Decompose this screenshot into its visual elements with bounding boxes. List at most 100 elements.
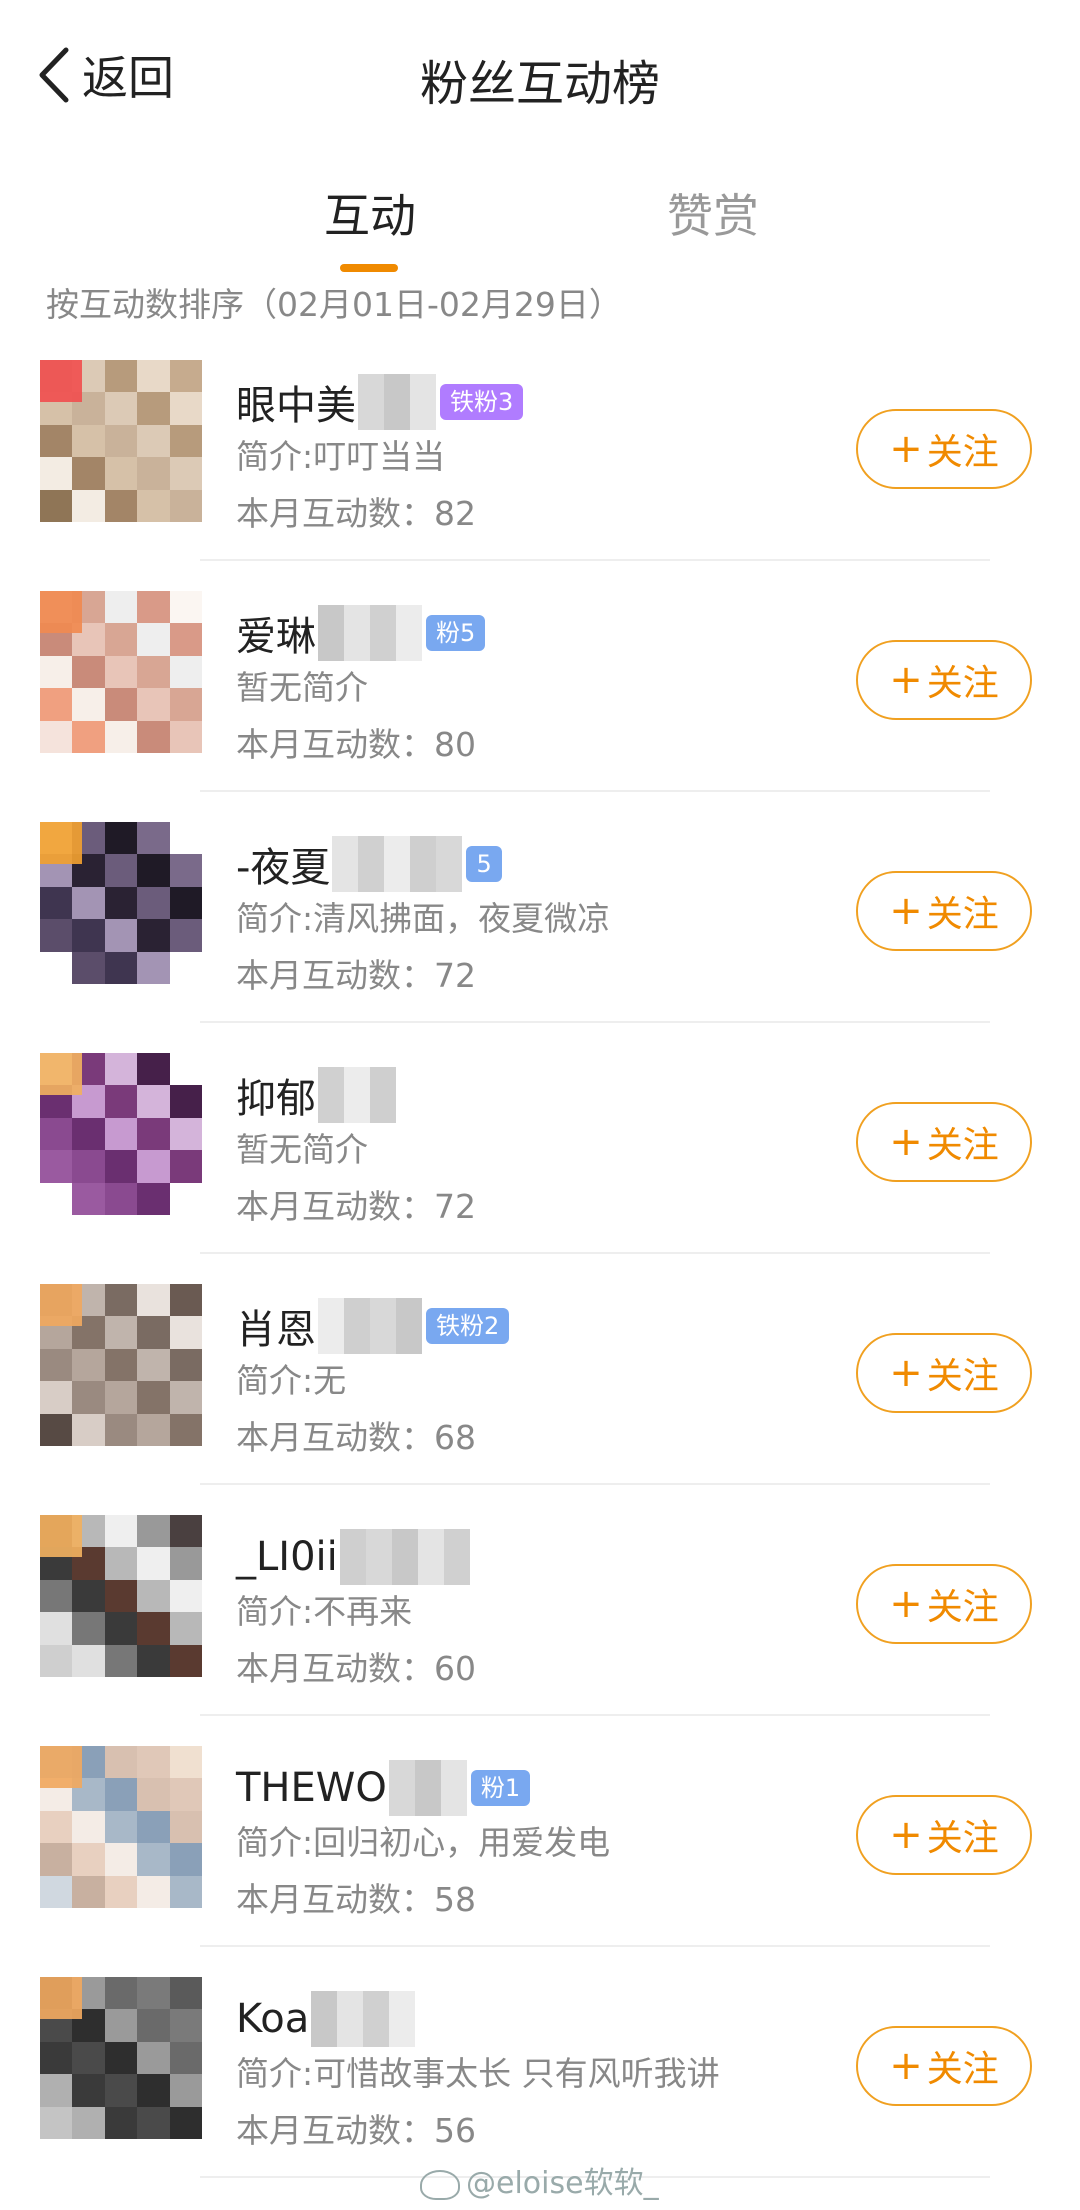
rank-corner-mark xyxy=(40,822,82,864)
follow-button[interactable]: + 关注 xyxy=(856,871,1032,951)
weibo-logo-icon xyxy=(420,2169,460,2200)
monthly-interaction-count: 本月互动数：58 xyxy=(236,1880,476,1919)
follow-button[interactable]: + 关注 xyxy=(856,2026,1032,2106)
follow-button[interactable]: + 关注 xyxy=(856,1102,1032,1182)
fan-name-line: 爱琳 粉5 xyxy=(236,603,486,663)
fan-intro: 暂无简介 xyxy=(236,668,368,707)
plus-icon: + xyxy=(889,888,923,934)
monthly-interaction-count: 本月互动数：72 xyxy=(236,1187,476,1226)
fan-row[interactable]: THEWO 粉1 简介:回归初心，用爱发电 本月互动数：58 + 关注 xyxy=(0,1716,1080,1947)
plus-icon: + xyxy=(889,1119,923,1165)
fan-name-line: 眼中美 铁粉3 xyxy=(236,372,524,432)
monthly-interaction-count: 本月互动数：56 xyxy=(236,2111,476,2150)
rank-corner-mark xyxy=(40,1977,82,2019)
fan-name-line: 肖恩 铁粉2 xyxy=(236,1296,510,1356)
avatar[interactable] xyxy=(40,1515,202,1677)
plus-icon: + xyxy=(889,1581,923,1627)
header: 返回 粉丝互动榜 xyxy=(0,0,1080,150)
monthly-interaction-count: 本月互动数：72 xyxy=(236,956,476,995)
plus-icon: + xyxy=(889,2043,923,2089)
fan-name[interactable]: THEWO xyxy=(236,1765,387,1811)
avatar[interactable] xyxy=(40,1284,202,1446)
avatar[interactable] xyxy=(40,1977,202,2139)
active-tab-indicator xyxy=(340,264,398,272)
fan-intro: 暂无简介 xyxy=(236,1130,368,1169)
follow-button[interactable]: + 关注 xyxy=(856,640,1032,720)
fan-name[interactable]: _LI0ii xyxy=(236,1534,338,1580)
tab-reward[interactable]: 赞赏 xyxy=(667,180,759,246)
fan-list: 眼中美 铁粉3 简介:叮叮当当 本月互动数：82 + 关注 爱琳 粉5 暂无简介 本月互动数：80… xyxy=(0,330,1080,2178)
fan-name-line: _LI0ii xyxy=(236,1527,470,1587)
avatar[interactable] xyxy=(40,360,202,522)
fan-name-line: -夜夏 5 xyxy=(236,834,502,894)
fan-name[interactable]: Koa xyxy=(236,1996,309,2042)
fan-name-line: Koa xyxy=(236,1989,416,2049)
tab-interaction[interactable]: 互动 xyxy=(324,180,416,246)
avatar[interactable] xyxy=(40,1053,202,1215)
avatar[interactable] xyxy=(40,591,202,753)
sort-description: 按互动数排序（02月01日-02月29日） xyxy=(46,285,622,324)
fan-row[interactable]: _LI0ii 简介:不再来本月互动数：60 + 关注 xyxy=(0,1485,1080,1716)
fan-intro: 简介:叮叮当当 xyxy=(236,437,446,476)
rank-corner-mark xyxy=(40,1053,82,1095)
follow-label: 关注 xyxy=(926,2049,999,2090)
censored-mosaic xyxy=(388,1760,467,1816)
plus-icon: + xyxy=(889,1812,923,1858)
fan-name-line: 抑郁 xyxy=(236,1065,396,1125)
fan-row[interactable]: 眼中美 铁粉3 简介:叮叮当当 本月互动数：82 + 关注 xyxy=(0,330,1080,561)
fan-name[interactable]: -夜夏 xyxy=(236,835,330,893)
fan-level-badge: 铁粉3 xyxy=(440,384,524,420)
fan-row[interactable]: -夜夏 5 简介:清风拂面，夜夏微凉 本月互动数：72 + 关注 xyxy=(0,792,1080,1023)
fan-level-badge: 铁粉2 xyxy=(426,1308,510,1344)
rank-corner-mark xyxy=(40,1515,82,1557)
censored-mosaic xyxy=(311,1991,416,2047)
rank-corner-mark xyxy=(40,591,82,633)
censored-mosaic xyxy=(318,1067,396,1123)
follow-button[interactable]: + 关注 xyxy=(856,1564,1032,1644)
fan-level-badge: 粉1 xyxy=(470,1770,531,1806)
follow-label: 关注 xyxy=(926,1818,999,1859)
rank-corner-mark xyxy=(40,1746,82,1788)
fan-level-badge: 5 xyxy=(466,846,502,882)
fan-name[interactable]: 肖恩 xyxy=(236,1297,316,1355)
follow-label: 关注 xyxy=(926,432,999,473)
censored-mosaic xyxy=(358,374,436,430)
monthly-interaction-count: 本月互动数：68 xyxy=(236,1418,476,1457)
fan-name[interactable]: 爱琳 xyxy=(236,604,316,662)
follow-label: 关注 xyxy=(926,1587,999,1628)
follow-button[interactable]: + 关注 xyxy=(856,1795,1032,1875)
avatar[interactable] xyxy=(40,822,202,984)
rank-corner-mark xyxy=(40,1284,82,1326)
monthly-interaction-count: 本月互动数：80 xyxy=(236,725,476,764)
plus-icon: + xyxy=(889,1350,923,1396)
fan-name[interactable]: 抑郁 xyxy=(236,1066,316,1124)
fan-row[interactable]: 肖恩 铁粉2 简介:无 本月互动数：68 + 关注 xyxy=(0,1254,1080,1485)
watermark-text: @eloise软软_ xyxy=(466,2166,659,2201)
fan-level-badge: 粉5 xyxy=(426,615,486,651)
avatar[interactable] xyxy=(40,1746,202,1908)
fan-row[interactable]: Koa 简介:可惜故事太长 只有风听我讲 本月互动数：56 + 关注 xyxy=(0,1947,1080,2178)
page-title: 粉丝互动榜 xyxy=(419,56,660,112)
fan-intro: 简介:可惜故事太长 只有风听我讲 xyxy=(236,2054,720,2093)
fan-intro: 简介:回归初心，用爱发电 xyxy=(236,1823,611,1862)
watermark: @eloise软软_ xyxy=(420,2158,659,2202)
tab-bar: 互动 赞赏 xyxy=(0,180,1080,280)
monthly-interaction-count: 本月互动数：60 xyxy=(236,1649,476,1688)
censored-mosaic xyxy=(318,605,422,661)
censored-mosaic xyxy=(318,1298,422,1354)
follow-label: 关注 xyxy=(926,1356,999,1397)
fan-name-line: THEWO 粉1 xyxy=(236,1758,531,1818)
follow-button[interactable]: + 关注 xyxy=(856,1333,1032,1413)
follow-label: 关注 xyxy=(926,894,999,935)
follow-button[interactable]: + 关注 xyxy=(856,409,1032,489)
fan-intro: 简介:不再来 xyxy=(236,1592,413,1631)
fan-name[interactable]: 眼中美 xyxy=(236,373,356,431)
fan-row[interactable]: 抑郁暂无简介本月互动数：72 + 关注 xyxy=(0,1023,1080,1254)
rank-corner-mark xyxy=(40,360,82,402)
fan-row[interactable]: 爱琳 粉5 暂无简介本月互动数：80 + 关注 xyxy=(0,561,1080,792)
plus-icon: + xyxy=(889,426,923,472)
plus-icon: + xyxy=(889,657,923,703)
censored-mosaic xyxy=(332,836,463,892)
censored-mosaic xyxy=(339,1529,470,1585)
follow-label: 关注 xyxy=(926,1125,999,1166)
